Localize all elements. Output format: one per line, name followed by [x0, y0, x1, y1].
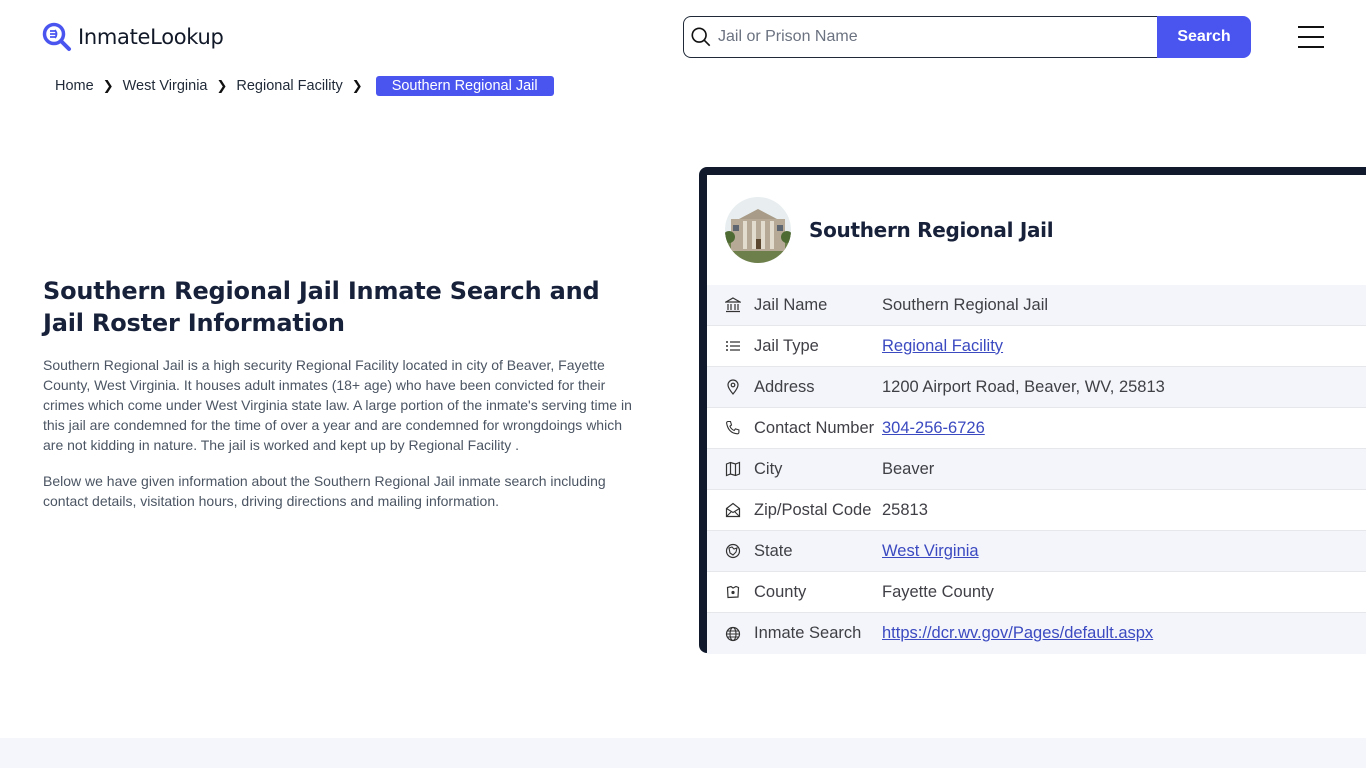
breadcrumb-state[interactable]: West Virginia — [123, 78, 208, 94]
info-row-jail-type: Jail Type Regional Facility — [707, 326, 1366, 367]
jail-photo — [725, 197, 791, 263]
map-pin-icon — [724, 378, 742, 396]
menu-line — [1298, 36, 1324, 38]
row-value: Southern Regional Jail — [882, 295, 1049, 314]
info-row-state: State West Virginia — [707, 531, 1366, 572]
breadcrumb: Home ❯ West Virginia ❯ Regional Facility… — [55, 76, 554, 96]
search-form: Search — [683, 16, 1251, 58]
info-row-zip: Zip/Postal Code 25813 — [707, 490, 1366, 531]
bank-icon — [724, 296, 742, 314]
globe-icon — [724, 625, 742, 643]
card-header: Southern Regional Jail — [707, 175, 1366, 285]
phone-icon — [724, 419, 742, 437]
jail-type-link[interactable]: Regional Facility — [882, 337, 1003, 355]
breadcrumb-facility-type[interactable]: Regional Facility — [236, 78, 342, 94]
breadcrumb-current: Southern Regional Jail — [375, 76, 554, 96]
row-label: Inmate Search — [754, 624, 862, 642]
row-value: Beaver — [882, 459, 935, 478]
mail-open-icon — [724, 501, 742, 519]
menu-line — [1298, 46, 1324, 48]
building-photo-icon — [725, 197, 791, 263]
chevron-right-icon: ❯ — [351, 78, 363, 93]
page-title: Southern Regional Jail Inmate Search and… — [43, 277, 600, 337]
row-value: 304-256-6726 — [882, 419, 985, 438]
info-table: Jail Name Southern Regional Jail Jail Ty… — [707, 285, 1366, 654]
row-label: State — [754, 541, 793, 560]
inmate-search-link[interactable]: https://dcr.wv.gov/Pages/default.aspx — [882, 624, 1153, 642]
phone-link[interactable]: 304-256-6726 — [882, 419, 985, 437]
card-body: Southern Regional Jail Jail Name Souther… — [707, 175, 1366, 654]
info-row-city: City Beaver — [707, 449, 1366, 490]
menu-line — [1298, 26, 1324, 28]
row-label: City — [754, 459, 783, 478]
row-value: West Virginia — [882, 542, 979, 561]
intro-paragraph: Southern Regional Jail is a high securit… — [43, 357, 632, 453]
info-row-county: County Fayette County — [707, 572, 1366, 613]
footer-band — [0, 738, 1366, 768]
row-label: Zip/Postal Code — [754, 500, 872, 519]
chevron-right-icon: ❯ — [102, 78, 114, 93]
info-row-inmate-search: Inmate Search https://dcr.wv.gov/Pages/d… — [707, 613, 1366, 654]
logo[interactable]: InmateLookup — [42, 22, 224, 52]
row-label: County — [754, 582, 807, 601]
magnifier-logo-icon — [42, 22, 71, 51]
row-value: 1200 Airport Road, Beaver, WV, 25813 — [882, 377, 1165, 396]
intro-section: Southern Regional Jail Inmate Search and… — [43, 275, 633, 511]
search-button[interactable]: Search — [1157, 16, 1251, 58]
state-icon — [724, 542, 742, 560]
header: InmateLookup Search — [0, 0, 1366, 70]
search-box — [683, 16, 1157, 58]
breadcrumb-home[interactable]: Home — [55, 78, 94, 94]
intro-paragraph: Below we have given information about th… — [43, 473, 606, 509]
state-link[interactable]: West Virginia — [882, 542, 979, 560]
info-row-contact: Contact Number 304-256-6726 — [707, 408, 1366, 449]
jail-info-card: Southern Regional Jail Jail Name Souther… — [699, 167, 1366, 654]
row-label: Contact Number — [754, 418, 875, 437]
info-row-address: Address 1200 Airport Road, Beaver, WV, 2… — [707, 367, 1366, 408]
list-icon — [724, 337, 742, 355]
row-value: https://dcr.wv.gov/Pages/default.aspx — [882, 624, 1153, 643]
row-value: 25813 — [882, 500, 928, 519]
row-label: Jail Type — [754, 336, 819, 355]
search-icon — [691, 27, 711, 47]
county-icon — [724, 583, 742, 601]
info-row-jail-name: Jail Name Southern Regional Jail — [707, 285, 1366, 326]
search-input[interactable] — [718, 28, 1138, 46]
map-icon — [724, 460, 742, 478]
row-value: Fayette County — [882, 582, 994, 601]
row-label: Address — [754, 377, 815, 396]
card-title: Southern Regional Jail — [809, 218, 1054, 242]
hamburger-menu-icon[interactable] — [1298, 26, 1324, 48]
chevron-right-icon: ❯ — [216, 78, 228, 93]
row-label: Jail Name — [754, 295, 828, 314]
logo-text: InmateLookup — [78, 25, 224, 49]
row-value: Regional Facility — [882, 337, 1003, 356]
